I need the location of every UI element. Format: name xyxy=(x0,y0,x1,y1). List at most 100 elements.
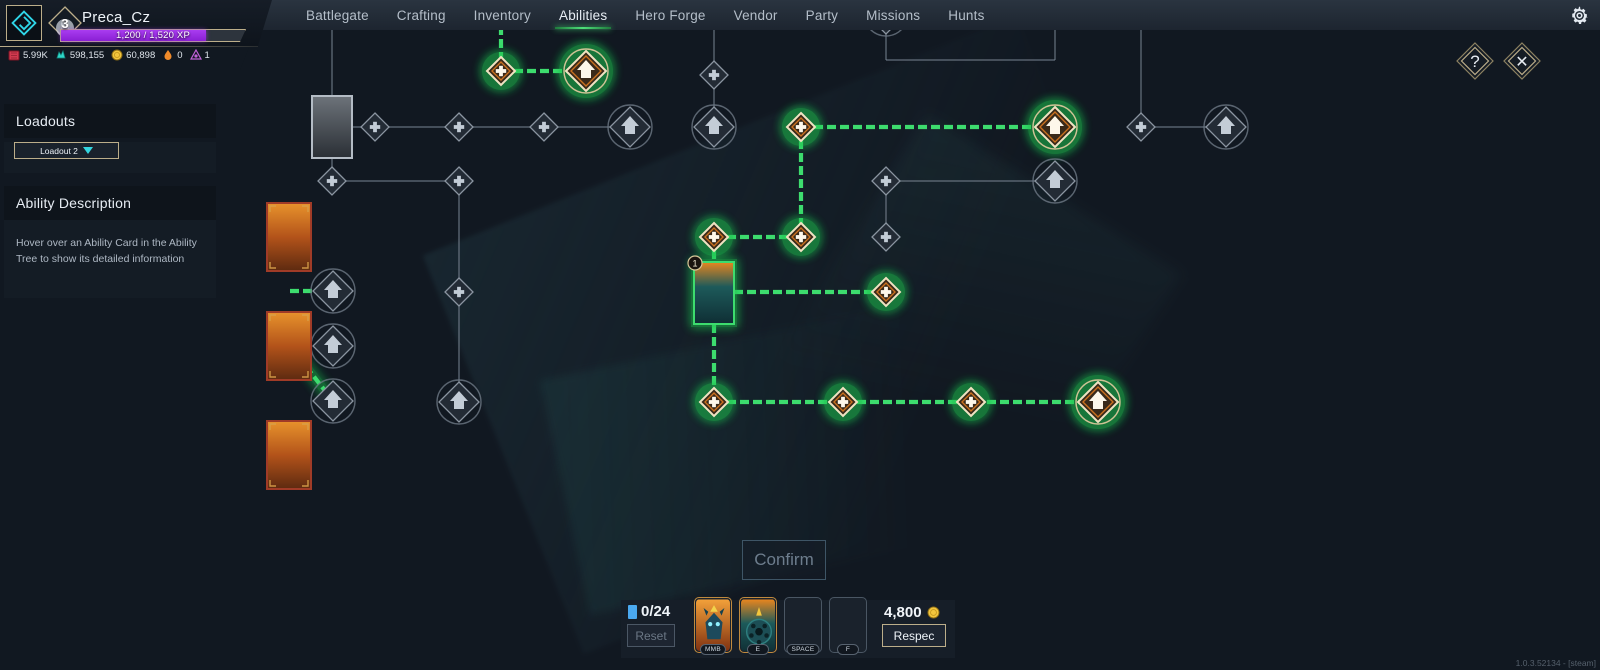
nav-item-abilities[interactable]: Abilities xyxy=(545,0,621,30)
stat-plus-icon xyxy=(542,121,546,133)
tree-node-stat-active[interactable] xyxy=(695,383,733,421)
tree-node-upgrade-inactive[interactable] xyxy=(310,323,356,369)
close-glyph: ✕ xyxy=(1515,54,1528,71)
ability-description-text: Hover over an Ability Card in the Abilit… xyxy=(4,220,216,298)
guild-emblem-icon[interactable] xyxy=(6,5,42,41)
ability-slot-1[interactable]: MMB xyxy=(694,597,732,655)
ability-slot-2[interactable]: E xyxy=(739,597,777,655)
chevron-down-icon xyxy=(82,147,93,154)
nav-item-crafting[interactable]: Crafting xyxy=(383,0,460,30)
sigil-icon xyxy=(189,49,202,60)
tree-links xyxy=(286,0,1226,407)
respec-button[interactable]: Respec xyxy=(882,624,946,647)
ability-card[interactable] xyxy=(311,95,353,159)
tree-node-stat-inactive[interactable] xyxy=(444,277,474,307)
currency-blood-shard: 5.99K xyxy=(8,49,48,61)
stat-plus-icon xyxy=(884,175,888,187)
settings-gear-icon[interactable] xyxy=(1569,5,1590,26)
tree-node-stat-active[interactable] xyxy=(782,218,820,256)
tree-node-upgrade-inactive[interactable] xyxy=(436,379,482,425)
tree-node-upgrade-active[interactable] xyxy=(559,44,613,98)
tree-node-stat-inactive[interactable] xyxy=(444,166,474,196)
card-background xyxy=(312,96,352,158)
stat-plus-icon xyxy=(799,121,803,133)
blood-shard-icon xyxy=(8,50,20,61)
tree-node-stat-inactive[interactable] xyxy=(360,112,390,142)
tree-node-stat-active[interactable] xyxy=(867,273,905,311)
ability-slot-keybind: F xyxy=(837,644,859,655)
tree-node-stat-inactive[interactable] xyxy=(444,112,474,142)
tree-node-upgrade-inactive[interactable] xyxy=(691,104,737,150)
tree-node-upgrade-inactive[interactable] xyxy=(310,268,356,314)
stat-plus-icon xyxy=(799,231,803,243)
ability-card[interactable] xyxy=(266,202,312,272)
tree-node-stat-active[interactable] xyxy=(824,383,862,421)
currency-ember: 0 xyxy=(162,49,183,61)
card-background xyxy=(267,203,311,271)
stat-plus-icon xyxy=(373,121,377,133)
close-button[interactable]: ✕ xyxy=(1501,40,1543,82)
ability-slot-keybind: SPACE xyxy=(786,644,820,655)
skill-points-counter: 0/24 xyxy=(628,603,670,620)
card-rank-value: 1 xyxy=(692,259,697,269)
loadouts-title: Loadouts xyxy=(4,104,216,138)
tree-node-stat-inactive[interactable] xyxy=(529,112,559,142)
nav-item-party[interactable]: Party xyxy=(792,0,853,30)
xp-bar: 1,200 / 1,520 XP xyxy=(60,29,246,42)
reset-button[interactable]: Reset xyxy=(627,624,675,647)
main-navigation[interactable]: Battlegate Crafting Inventory Abilities Hero… xyxy=(292,0,999,30)
stat-plus-icon xyxy=(841,396,845,408)
stat-plus-icon xyxy=(457,286,461,298)
nav-item-hero-forge[interactable]: Hero Forge xyxy=(621,0,719,30)
tree-nodes xyxy=(310,0,1249,429)
tree-node-stat-active[interactable] xyxy=(782,108,820,146)
ability-slot-4[interactable]: F xyxy=(829,597,867,655)
tree-node-upgrade-inactive[interactable] xyxy=(310,378,356,424)
tree-node-upgrade-inactive[interactable] xyxy=(607,104,653,150)
tree-node-upgrade-inactive[interactable] xyxy=(1203,104,1249,150)
tree-node-stat-active[interactable] xyxy=(695,218,733,256)
nav-item-battlegate[interactable]: Battlegate xyxy=(292,0,383,30)
confirm-label: Confirm xyxy=(754,550,814,569)
stat-plus-icon xyxy=(499,65,503,77)
skill-point-icon xyxy=(628,604,637,619)
ability-card[interactable] xyxy=(266,420,312,490)
tree-node-stat-inactive[interactable] xyxy=(871,222,901,252)
player-name: Preca_Cz xyxy=(82,9,151,26)
help-button[interactable]: ? xyxy=(1454,40,1496,82)
stat-plus-icon xyxy=(457,175,461,187)
tree-node-upgrade-active[interactable] xyxy=(1071,375,1125,429)
tree-node-stat-inactive[interactable] xyxy=(699,60,729,90)
nav-item-missions[interactable]: Missions xyxy=(852,0,934,30)
tree-node-stat-active[interactable] xyxy=(952,383,990,421)
tree-node-stat-active[interactable] xyxy=(482,52,520,90)
stat-plus-icon xyxy=(884,231,888,243)
nav-item-hunts[interactable]: Hunts xyxy=(934,0,998,30)
ability-slot-3[interactable]: SPACE xyxy=(784,597,822,655)
currency-value: 5.99K xyxy=(23,49,48,61)
nav-item-inventory[interactable]: Inventory xyxy=(460,0,545,30)
tree-node-stat-inactive[interactable] xyxy=(317,166,347,196)
tree-node-upgrade-active[interactable] xyxy=(1028,100,1082,154)
nav-item-vendor[interactable]: Vendor xyxy=(720,0,792,30)
tree-node-upgrade-inactive[interactable] xyxy=(1032,158,1078,204)
ability-slot-keybind: E xyxy=(747,644,769,655)
tree-node-stat-inactive[interactable] xyxy=(1126,112,1156,142)
ability-card[interactable]: 1 xyxy=(687,255,737,327)
ability-card[interactable] xyxy=(266,311,312,381)
loadout-dropdown[interactable]: Loadout 2 xyxy=(14,142,119,159)
card-background xyxy=(267,312,311,380)
stat-plus-icon xyxy=(712,396,716,408)
gold-coin-icon xyxy=(111,49,123,61)
tree-node-stat-inactive[interactable] xyxy=(871,166,901,196)
confirm-button[interactable]: Confirm xyxy=(742,540,826,580)
currency-gold-coin: 60,898 xyxy=(111,49,155,61)
ability-slot-row[interactable]: MMB E SPACE F xyxy=(694,597,867,655)
stat-plus-icon xyxy=(1139,121,1143,133)
currency-value: 60,898 xyxy=(126,49,156,61)
currency-crystal: 598,155 xyxy=(55,49,104,61)
reset-label: Reset xyxy=(635,628,667,643)
loadouts-panel: Loadouts Loadout 2 xyxy=(4,104,216,173)
respec-label: Respec xyxy=(893,628,935,643)
ability-description-panel: Ability Description Hover over an Abilit… xyxy=(4,186,216,298)
